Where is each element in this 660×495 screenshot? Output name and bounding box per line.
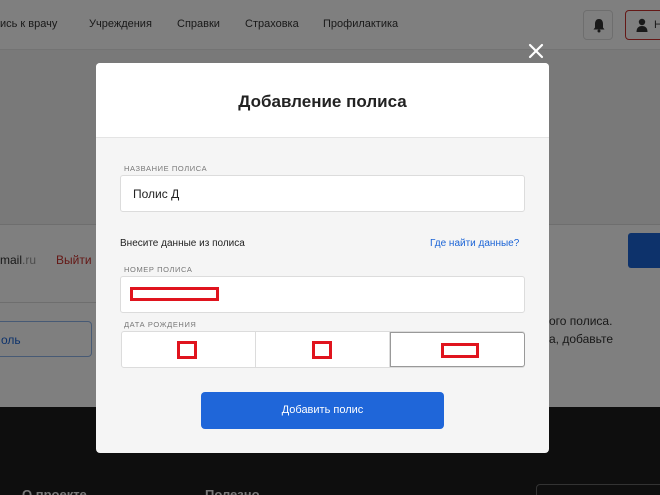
hint-text: Внесите данные из полиса	[120, 238, 245, 249]
add-policy-button-label: Добавить полис	[281, 404, 364, 416]
policy-name-label: НАЗВАНИЕ ПОЛИСА	[124, 164, 208, 173]
close-button[interactable]	[527, 42, 545, 60]
add-policy-button[interactable]: Добавить полис	[201, 392, 444, 429]
redaction-mark	[177, 341, 197, 359]
modal-title: Добавление полиса	[238, 92, 407, 111]
birth-month-input[interactable]	[256, 332, 390, 367]
redaction-mark	[130, 287, 219, 301]
birth-year-input[interactable]	[390, 332, 525, 367]
policy-name-value: Полис Д	[133, 187, 180, 201]
modal-header: Добавление полиса	[96, 63, 549, 138]
policy-number-input[interactable]	[120, 276, 525, 313]
redaction-mark	[441, 343, 479, 358]
add-policy-modal: Добавление полиса НАЗВАНИЕ ПОЛИСА Полис …	[96, 63, 549, 453]
policy-number-label: НОМЕР ПОЛИСА	[124, 265, 193, 274]
policy-name-input[interactable]: Полис Д	[120, 175, 525, 212]
close-icon	[528, 43, 544, 59]
redaction-mark	[312, 341, 332, 359]
birth-day-input[interactable]	[122, 332, 256, 367]
where-to-find-data-link[interactable]: Где найти данные?	[430, 238, 519, 249]
birth-date-label: ДАТА РОЖДЕНИЯ	[124, 320, 197, 329]
birth-date-group	[121, 331, 525, 368]
